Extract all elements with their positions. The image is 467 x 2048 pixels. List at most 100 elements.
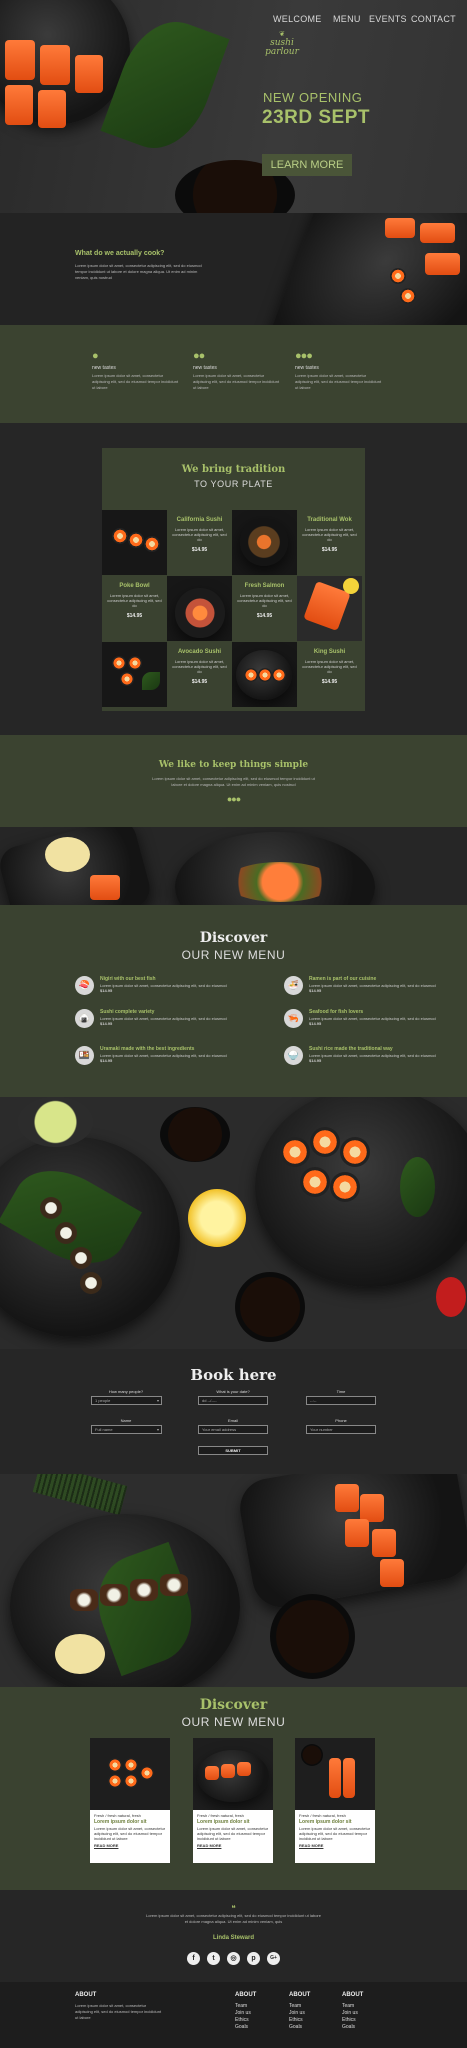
footer-link[interactable]: Ethics bbox=[342, 2017, 356, 2024]
name-value: Full name bbox=[95, 1427, 113, 1432]
about-body: Lorem ipsum dolor sit amet, consectetur … bbox=[75, 263, 202, 280]
email-input[interactable]: Your email address bbox=[198, 1425, 268, 1434]
menu-card[interactable]: Fresh / fresh natural, fresh Lorem ipsum… bbox=[90, 1738, 170, 1863]
salmon-roll-image bbox=[385, 218, 415, 238]
card-title: Lorem ipsum dolor sit bbox=[197, 1819, 250, 1825]
menu-item-body: Lorem ipsum dolor sit amet, consectetur … bbox=[309, 983, 436, 988]
menu-item[interactable]: Fresh Salmon Lorem ipsum dolor sit amet, … bbox=[232, 576, 297, 641]
menu-item-desc: Lorem ipsum dolor sit amet, consectetur … bbox=[100, 1016, 230, 1026]
phone-input[interactable]: Your number bbox=[306, 1425, 376, 1434]
food-strip-image bbox=[0, 827, 467, 905]
footer-link[interactable]: Team bbox=[342, 2003, 354, 2010]
sushi-roll-image bbox=[400, 288, 416, 304]
card-body: Lorem ipsum dolor sit amet, consectetur … bbox=[94, 1826, 166, 1841]
name-label: Name bbox=[120, 1418, 132, 1423]
instagram-icon[interactable]: ◎ bbox=[227, 1952, 240, 1965]
menu-item-price: $14.95 bbox=[309, 988, 322, 993]
about-heading: What do we actually cook? bbox=[75, 250, 165, 257]
footer-link[interactable]: Ethics bbox=[235, 2017, 249, 2024]
california-sushi-image bbox=[102, 510, 167, 575]
read-more-link[interactable]: READ MORE bbox=[193, 1841, 273, 1850]
menu-grid: We bring tradition TO YOUR PLATE Califor… bbox=[102, 448, 365, 711]
tradition-subtitle: TO YOUR PLATE bbox=[194, 479, 273, 489]
salmon-roll-image bbox=[38, 90, 66, 128]
wok-image bbox=[232, 510, 297, 575]
salmon-roll-image bbox=[75, 55, 103, 93]
hero-section: WELCOME MENU EVENTS CONTACT ❦ sushi parl… bbox=[0, 0, 467, 213]
card-caption: Fresh / fresh natural, fresh bbox=[94, 1813, 141, 1818]
simple-title: We like to keep things simple bbox=[158, 760, 309, 770]
poke-bowl-image bbox=[167, 576, 232, 641]
menu-item-body: Lorem ipsum dolor sit amet, consectetur … bbox=[309, 1053, 436, 1058]
menu-item-desc: Lorem ipsum dolor sit amet, consectetur … bbox=[100, 1053, 230, 1063]
menu-item-title: Seafood for fish lovers bbox=[309, 1009, 364, 1015]
menu-item-price: $14.95 bbox=[100, 1058, 113, 1063]
nav-events[interactable]: EVENTS bbox=[369, 14, 407, 24]
dots-icon: ●●● bbox=[226, 794, 241, 804]
footer-link[interactable]: Join us bbox=[235, 2010, 251, 2017]
feature-card: ●● new tastes Lorem ipsum dolor sit amet… bbox=[193, 350, 283, 391]
menu-card[interactable]: Fresh / fresh natural, fresh Lorem ipsum… bbox=[193, 1738, 273, 1863]
menu-item[interactable]: Avocado Sushi Lorem ipsum dolor sit amet,… bbox=[167, 642, 232, 707]
footer-col-title: ABOUT bbox=[342, 1992, 364, 1998]
nav-menu[interactable]: MENU bbox=[333, 14, 361, 24]
menu-item-desc: Lorem ipsum dolor sit amet, consectetur … bbox=[309, 983, 439, 993]
brand-logo[interactable]: ❦ sushi parlour bbox=[262, 30, 302, 57]
footer-link[interactable]: Goals bbox=[289, 2024, 302, 2031]
footer-link[interactable]: Team bbox=[289, 2003, 301, 2010]
feature-body: Lorem ipsum dolor sit amet, consectetur … bbox=[295, 373, 382, 390]
menu-item-title: Sushi complete variety bbox=[100, 1009, 155, 1015]
hero-subtitle: NEW OPENING bbox=[263, 90, 363, 105]
testimonial-quote: Lorem ipsum dolor sit amet, consectetur … bbox=[146, 1913, 321, 1924]
nav-welcome[interactable]: WELCOME bbox=[273, 14, 322, 24]
rice-icon: 🍚 bbox=[284, 1046, 303, 1065]
menu-item[interactable]: California Sushi Lorem ipsum dolor sit am… bbox=[167, 510, 232, 575]
googleplus-icon[interactable]: G+ bbox=[267, 1952, 280, 1965]
footer-link[interactable]: Join us bbox=[342, 2010, 358, 2017]
pinterest-icon[interactable]: p bbox=[247, 1952, 260, 1965]
name-input[interactable]: Full name ▾ bbox=[91, 1425, 162, 1434]
people-select[interactable]: 1 people ▾ bbox=[91, 1396, 162, 1405]
discover2-subtitle: OUR NEW MENU bbox=[181, 1715, 286, 1729]
menu-item-body: Lorem ipsum dolor sit amet, consectetur … bbox=[100, 983, 227, 988]
sushi-icon: 🍙 bbox=[75, 1009, 94, 1028]
twitter-icon[interactable]: t bbox=[207, 1952, 220, 1965]
feature-card: ●●● new tastes Lorem ipsum dolor sit ame… bbox=[295, 350, 385, 391]
footer-link[interactable]: Goals bbox=[235, 2024, 248, 2031]
item-name: Avocado Sushi bbox=[177, 649, 222, 655]
nav-contact[interactable]: CONTACT bbox=[411, 14, 456, 24]
feature-body: Lorem ipsum dolor sit amet, consectetur … bbox=[193, 373, 280, 390]
item-name: Fresh Salmon bbox=[244, 583, 285, 589]
brand-line2: parlour bbox=[265, 47, 299, 57]
quote-icon: ❝ bbox=[231, 1904, 236, 1913]
facebook-icon[interactable]: f bbox=[187, 1952, 200, 1965]
read-more-link[interactable]: READ MORE bbox=[295, 1841, 375, 1850]
menu-item-title: Ramen is part of our cuisine bbox=[309, 976, 377, 982]
time-input[interactable]: --:-- bbox=[306, 1396, 376, 1405]
item-price: $14.95 bbox=[321, 679, 338, 685]
salmon-roll-image bbox=[40, 45, 70, 85]
item-desc: Lorem ipsum dolor sit amet, consectetur … bbox=[107, 593, 162, 608]
salmon-roll-image bbox=[5, 40, 35, 80]
footer bbox=[0, 1982, 467, 2048]
chevron-down-icon: ▾ bbox=[156, 1427, 159, 1432]
menu-item[interactable]: Poke Bowl Lorem ipsum dolor sit amet, con… bbox=[102, 576, 167, 641]
submit-button[interactable]: SUBMIT bbox=[198, 1446, 268, 1455]
fresh-salmon-image bbox=[297, 576, 362, 641]
item-name: Traditional Wok bbox=[307, 517, 352, 523]
footer-link[interactable]: Ethics bbox=[289, 2017, 303, 2024]
read-more-link[interactable]: READ MORE bbox=[90, 1841, 170, 1850]
footer-link[interactable]: Team bbox=[235, 2003, 247, 2010]
date-input[interactable]: dd --/---- bbox=[198, 1396, 268, 1405]
footer-link[interactable]: Goals bbox=[342, 2024, 355, 2031]
item-desc: Lorem ipsum dolor sit amet, consectetur … bbox=[302, 527, 357, 542]
phone-label: Phone bbox=[335, 1418, 347, 1423]
about-section bbox=[0, 213, 467, 325]
menu-item-title: Uramaki made with the best ingredients bbox=[100, 1046, 195, 1052]
menu-item[interactable]: Traditional Wok Lorem ipsum dolor sit ame… bbox=[297, 510, 362, 575]
menu-item[interactable]: King Sushi Lorem ipsum dolor sit amet, co… bbox=[297, 642, 362, 707]
nigiri-icon: 🍣 bbox=[75, 976, 94, 995]
footer-link[interactable]: Join us bbox=[289, 2010, 305, 2017]
learn-more-button[interactable]: LEARN MORE bbox=[262, 154, 352, 176]
menu-card[interactable]: Fresh / fresh natural, fresh Lorem ipsum… bbox=[295, 1738, 375, 1863]
